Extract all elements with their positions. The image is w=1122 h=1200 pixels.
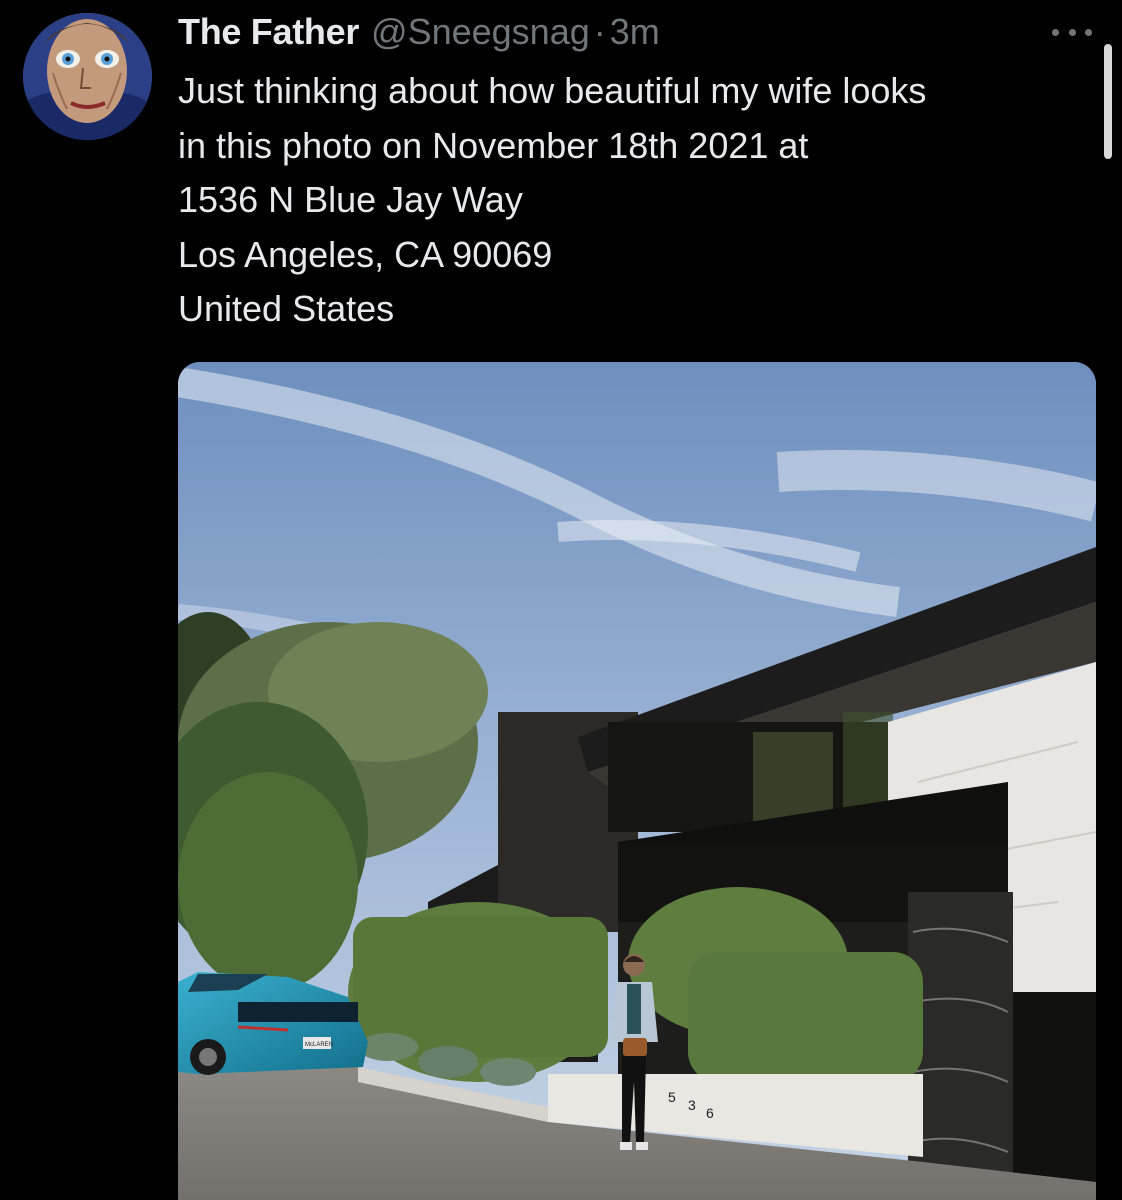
more-dot	[1068, 28, 1076, 36]
tweet-text-line: Just thinking about how beautiful my wif…	[178, 70, 927, 111]
more-horizontal-icon[interactable]	[1052, 26, 1092, 38]
header-separator: ·	[593, 11, 606, 52]
tweet-text-line: Los Angeles, CA 90069	[178, 233, 553, 275]
tweet-text-line: in this photo on November 18th 2021 at	[178, 124, 809, 166]
tweet-text-line: United States	[178, 288, 395, 329]
author-display-name[interactable]: The Father	[178, 11, 359, 53]
house-photo: 5 3 6 McLAREN	[178, 362, 1096, 1200]
avatar-portrait	[23, 13, 152, 140]
tweet-header: The Father @Sneegsnag · 3m	[178, 10, 660, 54]
tweet-timestamp[interactable]: 3m	[610, 11, 660, 53]
house-number-digit: 3	[688, 1097, 696, 1113]
tweet-photo[interactable]: 5 3 6 McLAREN	[178, 362, 1096, 1200]
avatar[interactable]	[23, 13, 152, 140]
license-plate: McLAREN	[305, 1042, 333, 1048]
tweet-text: Just thinking about how beautiful my wif…	[178, 64, 1098, 337]
house-number-digit: 5	[668, 1089, 676, 1105]
more-dot	[1085, 28, 1092, 36]
house-number-digit: 6	[706, 1105, 714, 1121]
more-dot	[1052, 28, 1059, 36]
author-handle[interactable]: @Sneegsnag	[371, 11, 590, 53]
scrollbar[interactable]	[1104, 44, 1112, 159]
tweet-text-line: 1536 N Blue Jay Way	[178, 179, 523, 220]
